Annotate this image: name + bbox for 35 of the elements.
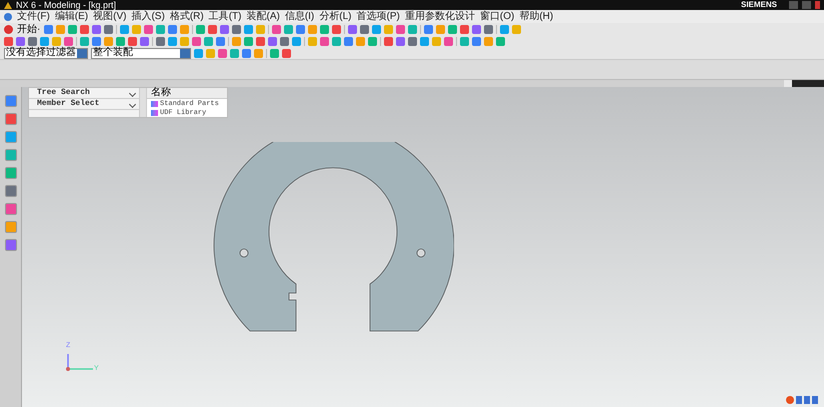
menu-item[interactable]: 编辑(E)	[54, 10, 88, 22]
brand-label: SIEMENS	[740, 0, 777, 10]
start-icon	[4, 24, 13, 34]
menu-item[interactable]: 工具(T)	[208, 10, 242, 22]
input-method-icon[interactable]	[786, 396, 794, 404]
filter-dropdown[interactable]: 整个装配	[91, 48, 191, 58]
filter-dropdown[interactable]: 没有选择过滤器	[4, 48, 88, 58]
menu-item[interactable]: 格式(R)	[170, 10, 204, 22]
resource-tab-icon[interactable]	[4, 95, 16, 107]
start-button[interactable]: 开始·	[16, 24, 42, 34]
menu-item[interactable]: 装配(A)	[246, 10, 280, 22]
menu-item[interactable]: 视图(V)	[93, 10, 126, 22]
menu-item[interactable]: 窗口(O)	[480, 10, 514, 22]
menu-item[interactable]: 插入(S)	[131, 10, 165, 22]
navigator-section[interactable]: Member Select	[29, 99, 139, 110]
window-title: NX 6 - Modeling - [kg.prt]	[16, 0, 116, 10]
menu-item[interactable]: 重用参数化设计	[404, 10, 475, 22]
menu-item[interactable]: 首选项(P)	[356, 10, 400, 22]
menu-item[interactable]: 分析(L)	[319, 10, 352, 22]
app-menu-icon[interactable]	[4, 12, 12, 20]
resource-tab-icon[interactable]	[4, 185, 16, 197]
menu-item[interactable]: 信息(I)	[284, 10, 314, 22]
resource-tab-icon[interactable]	[4, 149, 16, 161]
resource-tab-icon[interactable]	[4, 203, 16, 215]
resource-tab-icon[interactable]	[4, 113, 16, 125]
resource-tab-icon[interactable]	[4, 239, 16, 251]
navigator-section[interactable]: Tree Search	[29, 88, 139, 99]
resource-tab-icon[interactable]	[4, 131, 16, 143]
menu-item[interactable]: 文件(F)	[17, 10, 50, 22]
column-header: 名称	[147, 88, 227, 99]
menu-item[interactable]: 帮助(H)	[519, 10, 554, 22]
panel-splitter[interactable]	[139, 88, 147, 117]
resource-tab-icon[interactable]	[4, 167, 16, 179]
resource-tab-icon[interactable]	[4, 221, 16, 233]
scrollbar[interactable]	[792, 80, 824, 87]
